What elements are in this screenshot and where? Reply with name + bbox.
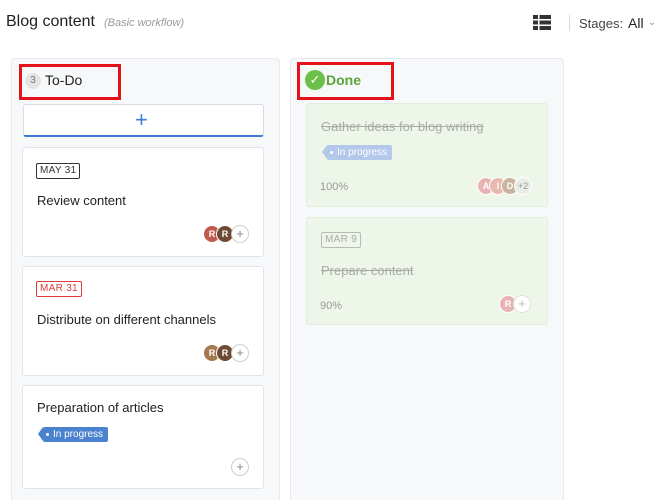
due-date-tag: MAR 9 [321,232,362,248]
add-card-button[interactable]: + [23,104,264,137]
progress-percent: 100% [320,181,349,193]
header-divider [569,15,570,31]
card-title: Prepare content [321,263,414,278]
task-card-distribute[interactable]: MAR 31 Distribute on different channels … [22,266,264,376]
status-badge: In progress [37,427,109,442]
workflow-subtitle: (Basic workflow) [104,17,185,29]
stages-label: Stages: [579,16,624,31]
board-header: Blog content (Basic workflow) Stages: Al… [0,0,667,44]
task-card-prepare-content[interactable]: MAR 9 Prepare content 90% R + [306,217,548,325]
progress-percent: 90% [320,300,343,312]
add-member-button[interactable]: + [513,295,531,313]
plus-icon: + [135,107,148,132]
task-card-preparation[interactable]: Preparation of articles In progress + [22,385,264,489]
due-date-tag: MAR 31 [36,281,82,297]
card-title: Distribute on different channels [37,312,216,327]
highlight-box-done [297,62,394,100]
stages-dropdown[interactable]: All [628,15,644,31]
task-card-gather-ideas[interactable]: Gather ideas for blog writing In progres… [306,103,548,207]
card-title: Gather ideas for blog writing [321,119,484,134]
page-title: Blog content [6,13,95,30]
card-title: Review content [37,193,126,208]
add-member-button[interactable]: + [231,225,249,243]
due-date-tag: MAY 31 [36,163,81,179]
card-title: Preparation of articles [37,400,164,415]
highlight-box-todo [19,64,121,100]
more-members-count[interactable]: +2 [514,177,532,195]
status-badge: In progress [321,145,393,160]
task-card-review-content[interactable]: MAY 31 Review content R R + [22,147,264,257]
add-member-button[interactable]: + [231,344,249,362]
add-member-button[interactable]: + [231,458,249,476]
chevron-down-icon[interactable]: ⌄ [648,17,656,28]
grid-view-icon[interactable] [533,15,551,30]
